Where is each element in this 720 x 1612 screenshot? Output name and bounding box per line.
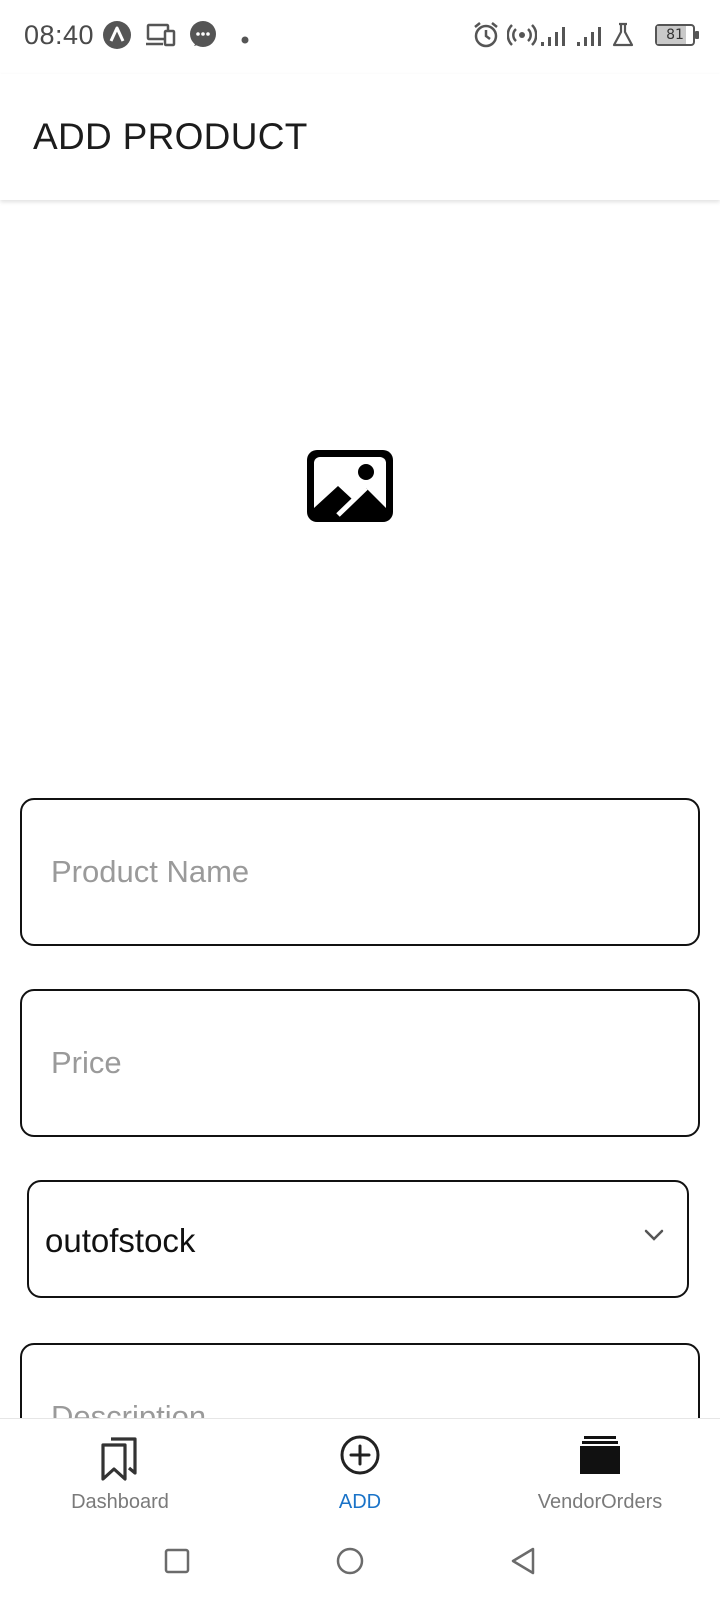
lab-icon [610,20,636,55]
notification-dot-icon [241,31,249,49]
hotspot-icon [506,20,538,55]
nav-label-vendor-orders: VendorOrders [537,1491,663,1513]
product-name-input[interactable]: Product Name [20,798,700,946]
nav-item-vendor-orders[interactable]: VendorOrders [480,1419,720,1529]
devices-icon [145,20,177,55]
nav-label-add: ADD [338,1491,382,1513]
add-circle-icon [338,1433,382,1482]
chevron-down-icon [643,1228,665,1247]
price-placeholder: Price [51,1045,122,1080]
stack-icon [578,1433,622,1482]
app-a-icon [102,20,132,55]
screen: 08:40 81 ADD PRODUCT Product Name Price … [0,0,720,1612]
battery-level: 81 [666,27,684,43]
page-title: ADD PRODUCT [33,116,308,157]
price-input[interactable]: Price [20,989,700,1137]
recents-button[interactable] [162,1546,192,1581]
stock-status-select[interactable]: outofstock [27,1180,689,1298]
image-icon [307,450,393,522]
stock-status-value: outofstock [45,1222,196,1259]
back-button[interactable] [508,1546,538,1581]
status-bar: 08:40 81 [0,0,720,74]
battery-icon: 81 [655,24,699,46]
nav-item-add[interactable]: ADD [240,1419,480,1529]
bookmarks-icon [97,1433,143,1488]
nav-item-dashboard[interactable]: Dashboard [0,1419,240,1529]
signal-2-icon [576,20,610,55]
messages-icon [188,20,218,55]
bottom-navigation: Dashboard ADD VendorOrders [0,1418,720,1528]
alarm-icon [472,20,500,55]
nav-label-dashboard: Dashboard [71,1491,169,1513]
app-bar: ADD PRODUCT [0,74,720,200]
signal-1-icon [540,20,574,55]
product-name-placeholder: Product Name [51,854,250,889]
home-button[interactable] [334,1546,366,1581]
system-navigation [0,1528,720,1612]
status-time: 08:40 [24,20,95,50]
image-picker-button[interactable] [300,444,404,530]
